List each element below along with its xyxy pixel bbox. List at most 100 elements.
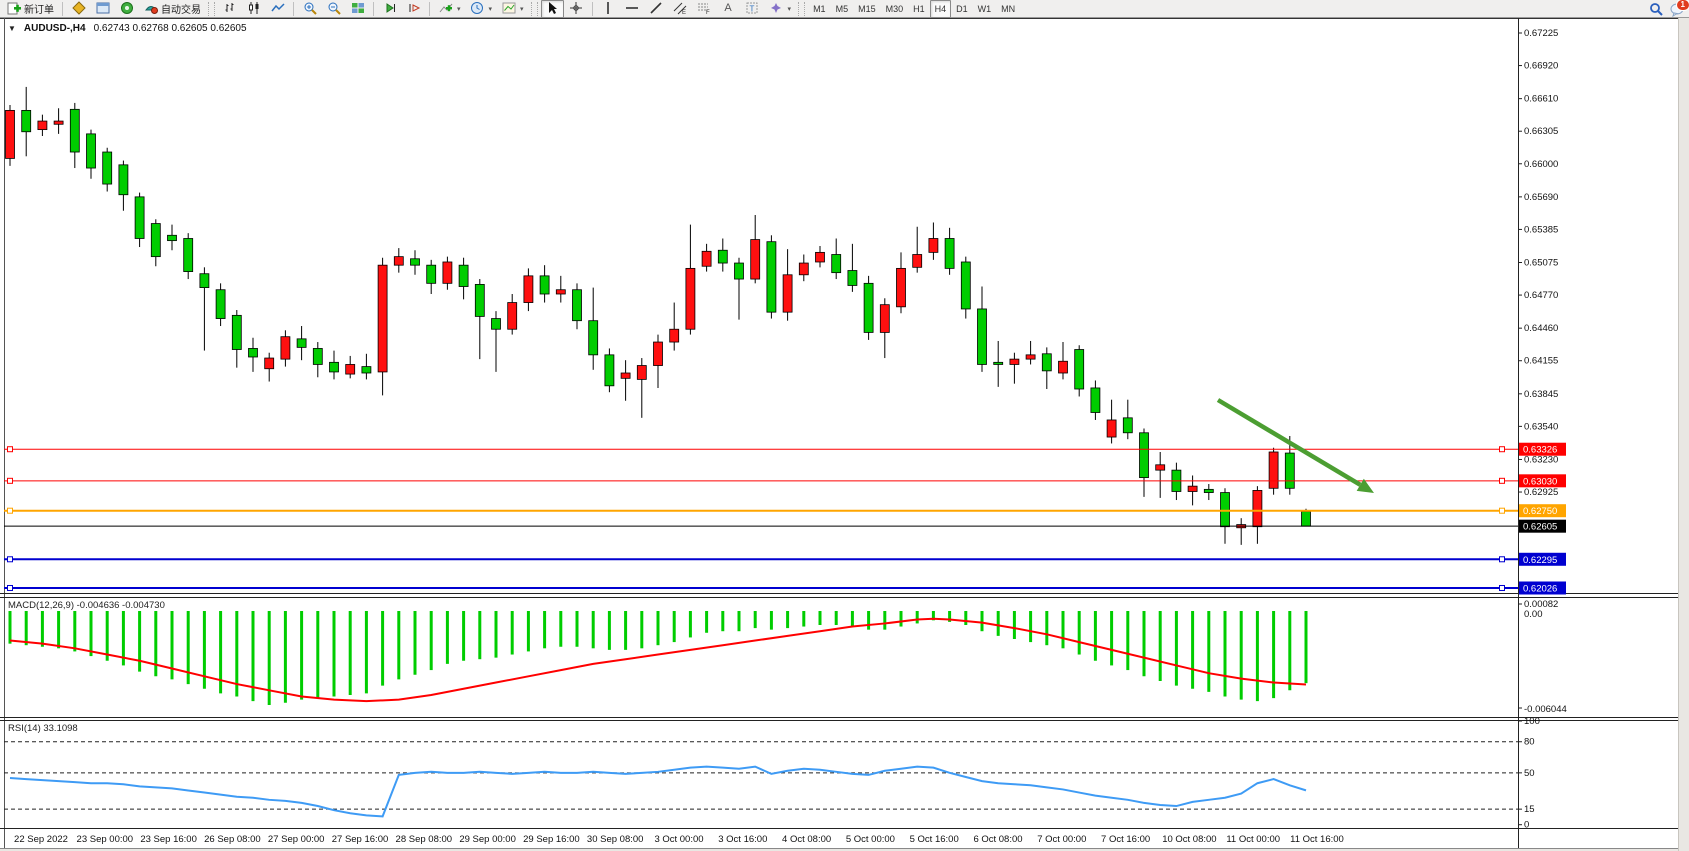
line-drag-handle[interactable]: [1500, 447, 1505, 452]
market-watch-button[interactable]: [67, 0, 90, 18]
window-edge-strip: [1678, 18, 1689, 851]
timeframe-button-h4[interactable]: H4: [930, 0, 952, 18]
candle-body: [1026, 355, 1035, 359]
timeframe-button-m1[interactable]: M1: [808, 0, 831, 18]
terminal-button[interactable]: [115, 0, 138, 18]
candle-body: [799, 263, 808, 275]
templates-dropdown-arrow[interactable]: ▾: [520, 5, 524, 13]
svg-text:0.66920: 0.66920: [1524, 61, 1558, 72]
price-axis[interactable]: 0.672250.669200.666100.663050.660000.656…: [1518, 28, 1558, 498]
candle-body: [1091, 388, 1100, 413]
timeframe-button-mn[interactable]: MN: [996, 0, 1020, 18]
line-drag-handle[interactable]: [8, 508, 13, 513]
navigator-button[interactable]: [91, 0, 114, 18]
new-order-button[interactable]: 新订单: [2, 0, 58, 18]
time-axis-label: 11 Oct 16:00: [1290, 834, 1344, 845]
candle-body: [540, 276, 549, 294]
candle-body: [961, 262, 970, 309]
cursor-tool-button[interactable]: [541, 0, 564, 18]
auto-scroll-button[interactable]: [378, 0, 401, 18]
equidistant-channel-tool-button[interactable]: E: [669, 0, 692, 18]
rsi-indicator-label: RSI(14) 33.1098: [8, 723, 78, 734]
arrows-tool-button[interactable]: ▾: [765, 0, 796, 18]
timeframe-button-m15[interactable]: M15: [853, 0, 881, 18]
auto-trading-label: 自动交易: [161, 1, 201, 16]
templates-button[interactable]: ▾: [497, 0, 528, 18]
periods-button[interactable]: ▾: [466, 0, 497, 18]
line-drag-handle[interactable]: [8, 478, 13, 483]
time-axis[interactable]: 22 Sep 202223 Sep 00:0023 Sep 16:0026 Se…: [14, 834, 1344, 845]
vertical-line-tool-button[interactable]: [597, 0, 620, 18]
candle-body: [362, 367, 371, 373]
candle-body: [135, 197, 144, 239]
candle-body: [637, 366, 646, 380]
candle-body: [330, 362, 339, 372]
tile-windows-icon: [350, 1, 365, 16]
candle-body: [1253, 490, 1262, 526]
svg-text:0.62750: 0.62750: [1523, 506, 1557, 517]
svg-text:T: T: [750, 5, 755, 14]
chart-window[interactable]: ▼ AUDUSD-,H4 0.62743 0.62768 0.62605 0.6…: [0, 18, 1689, 851]
candle-body: [1010, 359, 1019, 364]
periods-dropdown-arrow[interactable]: ▾: [489, 5, 493, 13]
arrows-dropdown-arrow[interactable]: ▾: [788, 5, 792, 13]
candle-body: [168, 235, 177, 240]
svg-text:0.63030: 0.63030: [1523, 476, 1557, 487]
candle-body: [54, 121, 63, 124]
line-drag-handle[interactable]: [1500, 478, 1505, 483]
candle-body: [1107, 420, 1116, 437]
chart-collapse-icon[interactable]: ▼: [8, 24, 16, 33]
candlestick-chart-button[interactable]: [242, 0, 265, 18]
trendline-tool-button[interactable]: [645, 0, 668, 18]
tile-windows-button[interactable]: [346, 0, 369, 18]
line-drag-handle[interactable]: [1500, 585, 1505, 590]
text-tool-button[interactable]: A: [717, 0, 740, 18]
horizontal-line-tool-button[interactable]: [621, 0, 644, 18]
text-label-tool-button[interactable]: T: [741, 0, 764, 18]
macd-axis-min: -0.006044: [1524, 704, 1567, 715]
indicators-dropdown-arrow[interactable]: ▾: [457, 5, 461, 13]
crosshair-tool-button[interactable]: [565, 0, 588, 18]
time-axis-label: 5 Oct 16:00: [910, 834, 959, 845]
new-order-icon: [6, 1, 21, 16]
timeframe-button-d1[interactable]: D1: [951, 0, 973, 18]
time-axis-label: 7 Oct 16:00: [1101, 834, 1150, 845]
candle-body: [281, 337, 290, 359]
time-axis-label: 10 Oct 08:00: [1162, 834, 1216, 845]
timeframe-button-w1[interactable]: W1: [973, 0, 997, 18]
bar-chart-button[interactable]: [218, 0, 241, 18]
community-chat-icon[interactable]: 1: [1670, 2, 1685, 17]
line-drag-handle[interactable]: [8, 447, 13, 452]
svg-text:0.63326: 0.63326: [1523, 445, 1557, 456]
zoom-out-button[interactable]: [322, 0, 345, 18]
candle-body: [6, 110, 15, 158]
horizontal-line-icon: [625, 1, 640, 16]
timeframe-button-m5[interactable]: M5: [831, 0, 854, 18]
time-axis-label: 11 Oct 00:00: [1226, 834, 1280, 845]
search-icon[interactable]: [1649, 2, 1664, 17]
line-drag-handle[interactable]: [8, 585, 13, 590]
zoom-in-button[interactable]: [298, 0, 321, 18]
chart-plot-area[interactable]: 0.672250.669200.666100.663050.660000.656…: [0, 18, 1689, 851]
auto-trading-button[interactable]: 自动交易: [139, 0, 205, 18]
line-drag-handle[interactable]: [1500, 508, 1505, 513]
candle-body: [151, 224, 160, 257]
timeframe-button-m30[interactable]: M30: [881, 0, 909, 18]
candle-body: [313, 348, 322, 364]
timeframe-button-h1[interactable]: H1: [908, 0, 930, 18]
svg-text:0.67225: 0.67225: [1524, 28, 1558, 39]
line-drag-handle[interactable]: [8, 557, 13, 562]
candle-body: [702, 251, 711, 266]
templates-icon: [501, 1, 516, 16]
candle-body: [443, 262, 452, 283]
time-axis-label: 26 Sep 08:00: [204, 834, 261, 845]
chart-shift-button[interactable]: [402, 0, 425, 18]
main-toolbar: 新订单 自动交易: [0, 0, 1689, 18]
line-chart-button[interactable]: [266, 0, 289, 18]
fibonacci-tool-button[interactable]: F: [693, 0, 716, 18]
line-drag-handle[interactable]: [1500, 557, 1505, 562]
indicators-button[interactable]: ▾: [434, 0, 465, 18]
candle-body: [573, 290, 582, 321]
candle-body: [184, 238, 193, 271]
candle-body: [394, 257, 403, 266]
